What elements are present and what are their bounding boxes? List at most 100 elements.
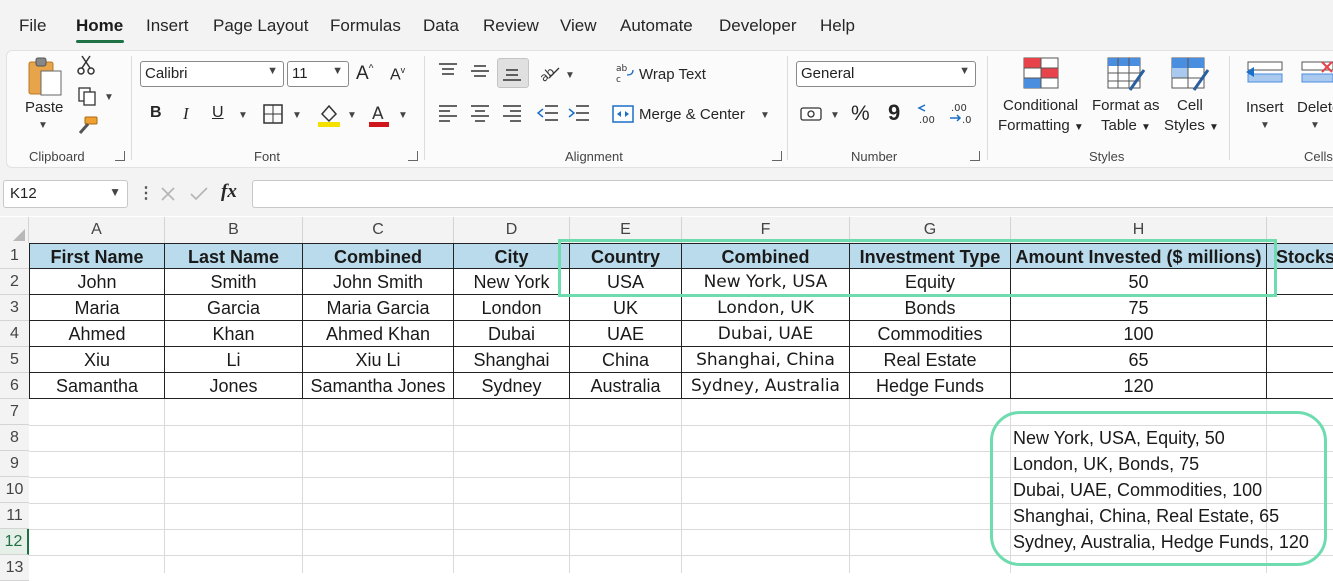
row-header-7[interactable]: 7 [0, 399, 29, 425]
row-header-3[interactable]: 3 [0, 295, 29, 321]
menu-file[interactable]: File [19, 16, 46, 36]
table-cell[interactable]: John [29, 269, 165, 295]
format-as-table-label-1[interactable]: Format as [1092, 96, 1160, 116]
row-header-2[interactable]: 2 [0, 269, 29, 295]
menu-data[interactable]: Data [423, 16, 459, 36]
column-header-c[interactable]: C [303, 217, 454, 243]
format-as-table-icon[interactable] [1106, 56, 1146, 92]
table-cell[interactable]: Dubai [454, 321, 570, 347]
table-cell[interactable]: China [570, 347, 682, 373]
table-cell[interactable]: 100 [1011, 321, 1267, 347]
alignment-launcher-icon[interactable] [772, 151, 782, 161]
paste-dropdown-icon[interactable]: ▼ [38, 120, 48, 131]
insert-cells-icon[interactable] [1244, 58, 1286, 88]
table-cell[interactable]: Ahmed [29, 321, 165, 347]
table-cell[interactable] [1267, 321, 1333, 347]
orientation-icon[interactable]: ab [537, 62, 561, 82]
insert-function-button[interactable]: fx [221, 181, 237, 203]
percent-style-button[interactable]: % [851, 102, 870, 126]
clipboard-launcher-icon[interactable] [115, 151, 125, 161]
more-options-icon[interactable]: ⋮ [138, 183, 154, 203]
increase-indent-icon[interactable] [568, 103, 590, 123]
menu-insert[interactable]: Insert [146, 16, 189, 36]
table-cell[interactable]: Bonds [850, 295, 1011, 321]
conditional-formatting-icon[interactable] [1022, 56, 1060, 90]
fill-color-icon[interactable] [317, 102, 341, 128]
menu-view[interactable]: View [560, 16, 597, 36]
row-header-6[interactable]: 6 [0, 373, 29, 399]
table-cell[interactable]: 65 [1011, 347, 1267, 373]
cell-styles-button[interactable]: Styles ▼ [1164, 116, 1219, 138]
header-cell-combined[interactable]: Combined [303, 243, 454, 269]
cell-styles-icon[interactable] [1170, 56, 1210, 92]
format-painter-icon[interactable] [76, 116, 98, 136]
menu-developer[interactable]: Developer [719, 16, 797, 36]
header-cell-city[interactable]: City [454, 243, 570, 269]
format-as-table-button[interactable]: Table ▼ [1101, 116, 1151, 138]
table-cell[interactable]: Khan [165, 321, 303, 347]
number-launcher-icon[interactable] [970, 151, 980, 161]
paste-label[interactable]: Paste [25, 99, 63, 116]
decrease-indent-icon[interactable] [537, 103, 559, 123]
align-top-icon[interactable] [438, 62, 458, 80]
table-cell[interactable]: Sydney [454, 373, 570, 399]
table-cell[interactable]: UAE [570, 321, 682, 347]
wrap-text-icon[interactable]: ab c [615, 62, 635, 84]
table-cell[interactable]: Xiu Li [303, 347, 454, 373]
table-cell[interactable]: Commodities [850, 321, 1011, 347]
delete-dropdown-icon[interactable]: ▼ [1310, 120, 1320, 131]
copy-icon[interactable] [77, 86, 97, 106]
table-cell[interactable]: Li [165, 347, 303, 373]
table-cell[interactable]: Samantha [29, 373, 165, 399]
orientation-dropdown-icon[interactable]: ▼ [565, 70, 575, 81]
align-middle-icon[interactable] [470, 62, 490, 80]
table-cell[interactable]: London, UK [682, 295, 850, 321]
enter-icon[interactable] [189, 186, 209, 202]
row-header-4[interactable]: 4 [0, 321, 29, 347]
formula-input[interactable] [252, 180, 1333, 208]
insert-cells-button[interactable]: Insert [1246, 99, 1284, 116]
table-cell[interactable]: Smith [165, 269, 303, 295]
align-left-icon[interactable] [438, 103, 458, 123]
header-cell-last-name[interactable]: Last Name [165, 243, 303, 269]
delete-cells-icon[interactable] [1298, 58, 1333, 88]
conditional-formatting-button[interactable]: Formatting ▼ [998, 116, 1084, 138]
fill-color-dropdown-icon[interactable]: ▼ [347, 110, 357, 121]
menu-page-layout[interactable]: Page Layout [213, 16, 308, 36]
row-header-9[interactable]: 9 [0, 451, 29, 477]
table-cell[interactable]: Jones [165, 373, 303, 399]
accounting-dropdown-icon[interactable]: ▼ [830, 110, 840, 121]
row-header-10[interactable]: 10 [0, 477, 29, 503]
underline-button[interactable]: U [212, 104, 224, 122]
table-cell[interactable]: UK [570, 295, 682, 321]
table-cell[interactable]: Sydney, Australia [682, 373, 850, 399]
number-format-select[interactable]: General ▼ [796, 61, 976, 87]
column-header-b[interactable]: B [165, 217, 303, 243]
row-header-5[interactable]: 5 [0, 347, 29, 373]
cut-icon[interactable] [77, 54, 95, 76]
align-center-icon[interactable] [470, 103, 490, 123]
cancel-icon[interactable] [160, 186, 176, 202]
table-cell[interactable]: Real Estate [850, 347, 1011, 373]
table-cell[interactable] [1267, 295, 1333, 321]
row-header-1[interactable]: 1 [0, 243, 29, 269]
font-color-dropdown-icon[interactable]: ▼ [398, 110, 408, 121]
name-box[interactable]: K12 ▼ [3, 180, 128, 208]
row-header-8[interactable]: 8 [0, 425, 29, 451]
menu-automate[interactable]: Automate [620, 16, 693, 36]
table-cell[interactable]: Shanghai, China [682, 347, 850, 373]
table-cell[interactable]: Samantha Jones [303, 373, 454, 399]
italic-button[interactable]: I [183, 104, 189, 124]
copy-dropdown-icon[interactable]: ▼ [104, 92, 114, 103]
delete-cells-button[interactable]: Delete [1297, 99, 1333, 116]
table-cell[interactable]: Shanghai [454, 347, 570, 373]
merge-center-icon[interactable] [612, 104, 634, 124]
menu-review[interactable]: Review [483, 16, 539, 36]
font-color-icon[interactable]: A [368, 102, 390, 128]
decrease-decimal-icon[interactable]: .00 .0 [948, 102, 974, 126]
table-cell[interactable]: London [454, 295, 570, 321]
underline-dropdown-icon[interactable]: ▼ [238, 110, 248, 121]
header-cell-first-name[interactable]: First Name [29, 243, 165, 269]
bold-button[interactable]: B [150, 104, 162, 122]
accounting-format-icon[interactable] [800, 104, 824, 124]
